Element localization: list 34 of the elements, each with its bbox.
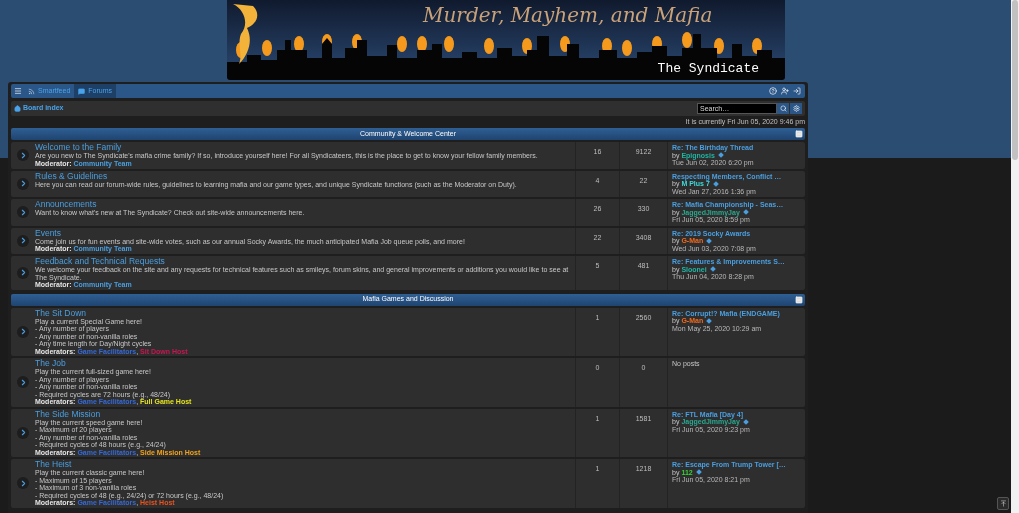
help-icon[interactable] (769, 87, 777, 95)
login-icon[interactable] (793, 87, 801, 95)
arrow-up-bar-icon (999, 500, 1007, 507)
scrollbar[interactable] (1011, 0, 1019, 513)
forum-chevron-icon[interactable] (17, 376, 29, 389)
collapse-icon[interactable] (795, 295, 803, 304)
forum-chevron-icon[interactable] (17, 266, 29, 279)
search-icon[interactable] (777, 103, 789, 114)
forum-chevron-icon[interactable] (17, 177, 29, 190)
forum-title[interactable]: The Side Mission (35, 409, 101, 419)
scroll-top-button[interactable] (997, 497, 1009, 510)
forum-chevron-icon[interactable] (17, 206, 29, 219)
collapse-icon[interactable] (795, 130, 803, 138)
forum-chevron-icon[interactable] (17, 149, 29, 162)
forum-title[interactable]: Feedback and Technical Requests (35, 257, 165, 266)
scrollbar-thumb[interactable] (1012, 0, 1018, 160)
forum-title[interactable]: The Job (35, 359, 66, 368)
forum-title[interactable]: The Sit Down (35, 308, 87, 318)
forum-title[interactable]: Rules & Guidelines (35, 171, 108, 181)
forum-title[interactable]: Welcome to the Family (35, 143, 122, 152)
feed-icon (28, 87, 35, 95)
speech-bubble-icon (78, 87, 86, 95)
settings-icon[interactable] (790, 103, 802, 114)
forum-chevron-icon[interactable] (17, 325, 29, 338)
register-icon[interactable] (781, 87, 789, 95)
menu-icon[interactable] (14, 87, 22, 95)
forum-chevron-icon[interactable] (17, 477, 29, 490)
forum-title[interactable]: Announcements (35, 200, 97, 209)
forum-title[interactable]: Events (35, 228, 61, 238)
forum-chevron-icon[interactable] (17, 234, 29, 247)
forum-chevron-icon[interactable] (17, 426, 29, 439)
forum-title[interactable]: The Heist (35, 460, 72, 469)
banner-title: Murder, Mayhem, and Mafia (423, 2, 713, 28)
banner-subtitle: The Syndicate (657, 59, 759, 78)
